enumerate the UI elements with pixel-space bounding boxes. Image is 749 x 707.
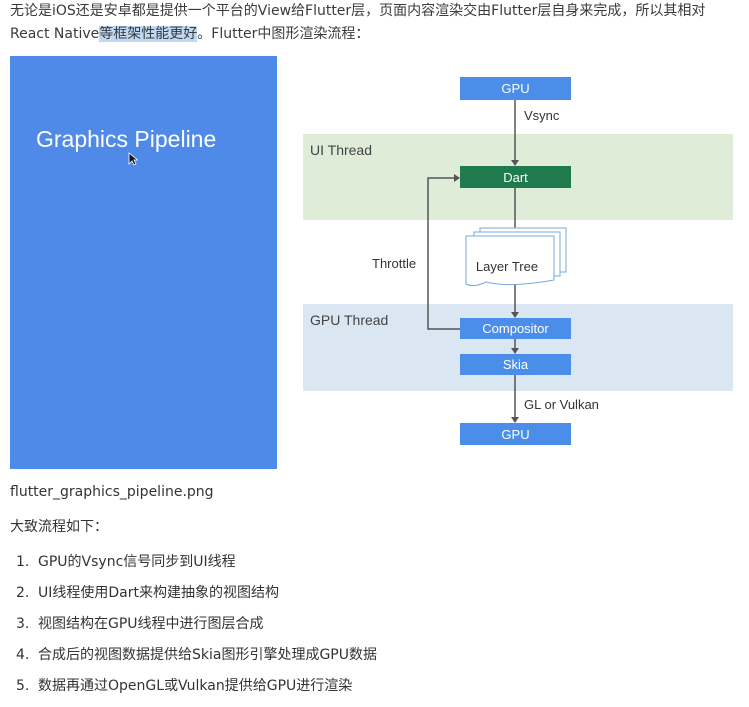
list-item: 1. GPU的Vsync信号同步到UI线程 bbox=[16, 552, 377, 583]
gpu-thread-label: GPU Thread bbox=[310, 312, 388, 328]
vsync-label: Vsync bbox=[524, 108, 560, 123]
list-text: 合成后的视图数据提供给Skia图形引擎处理成GPU数据 bbox=[38, 647, 377, 663]
list-item: 3. 视图结构在GPU线程中进行图层合成 bbox=[16, 614, 377, 645]
list-number: 1. bbox=[16, 554, 30, 570]
intro-paragraph: 无论是iOS还是安卓都是提供一个平台的View给Flutter层，页面内容渲染交… bbox=[10, 0, 745, 46]
intro-line-2-suffix: 。Flutter中图形渲染流程： bbox=[197, 26, 370, 42]
list-text: 数据再通过OpenGL或Vulkan提供给GPU进行渲染 bbox=[38, 678, 353, 694]
intro-line-2-prefix: React Native bbox=[10, 26, 100, 42]
list-text: GPU的Vsync信号同步到UI线程 bbox=[38, 554, 236, 570]
gpu-top-label: GPU bbox=[501, 81, 529, 96]
skia-label: Skia bbox=[503, 357, 529, 372]
image-caption: flutter_graphics_pipeline.png bbox=[10, 484, 214, 500]
compositor-label: Compositor bbox=[482, 321, 549, 336]
pipeline-figure: Graphics Pipeline UI Thread GPU Thread T… bbox=[10, 56, 745, 470]
summary-heading: 大致流程如下： bbox=[10, 519, 108, 535]
steps-list: 1. GPU的Vsync信号同步到UI线程 2. UI线程使用Dart来构建抽象的视… bbox=[16, 552, 377, 707]
list-item: 2. UI线程使用Dart来构建抽象的视图结构 bbox=[16, 583, 377, 614]
highlighted-text[interactable]: 等框架性能更好 bbox=[99, 26, 198, 42]
layer-tree-icon bbox=[465, 227, 567, 287]
list-number: 3. bbox=[16, 616, 30, 632]
layer-tree-label: Layer Tree bbox=[476, 259, 538, 274]
ui-thread-label: UI Thread bbox=[310, 142, 372, 158]
pipeline-diagram: UI Thread GPU Thread Throttle GPU Vsync … bbox=[303, 77, 733, 445]
list-number: 4. bbox=[16, 647, 30, 663]
list-item: 5. 数据再通过OpenGL或Vulkan提供给GPU进行渲染 bbox=[16, 676, 377, 707]
intro-line-1: 无论是iOS还是安卓都是提供一个平台的View给Flutter层，页面内容渲染交… bbox=[10, 3, 706, 19]
dart-label: Dart bbox=[503, 170, 528, 185]
gl-vulkan-label: GL or Vulkan bbox=[524, 397, 599, 412]
throttle-label: Throttle bbox=[372, 256, 416, 271]
list-text: UI线程使用Dart来构建抽象的视图结构 bbox=[38, 585, 279, 601]
list-number: 5. bbox=[16, 678, 30, 694]
list-text: 视图结构在GPU线程中进行图层合成 bbox=[38, 616, 264, 632]
gpu-bottom-label: GPU bbox=[501, 427, 529, 442]
list-item: 4. 合成后的视图数据提供给Skia图形引擎处理成GPU数据 bbox=[16, 645, 377, 676]
list-number: 2. bbox=[16, 585, 30, 601]
